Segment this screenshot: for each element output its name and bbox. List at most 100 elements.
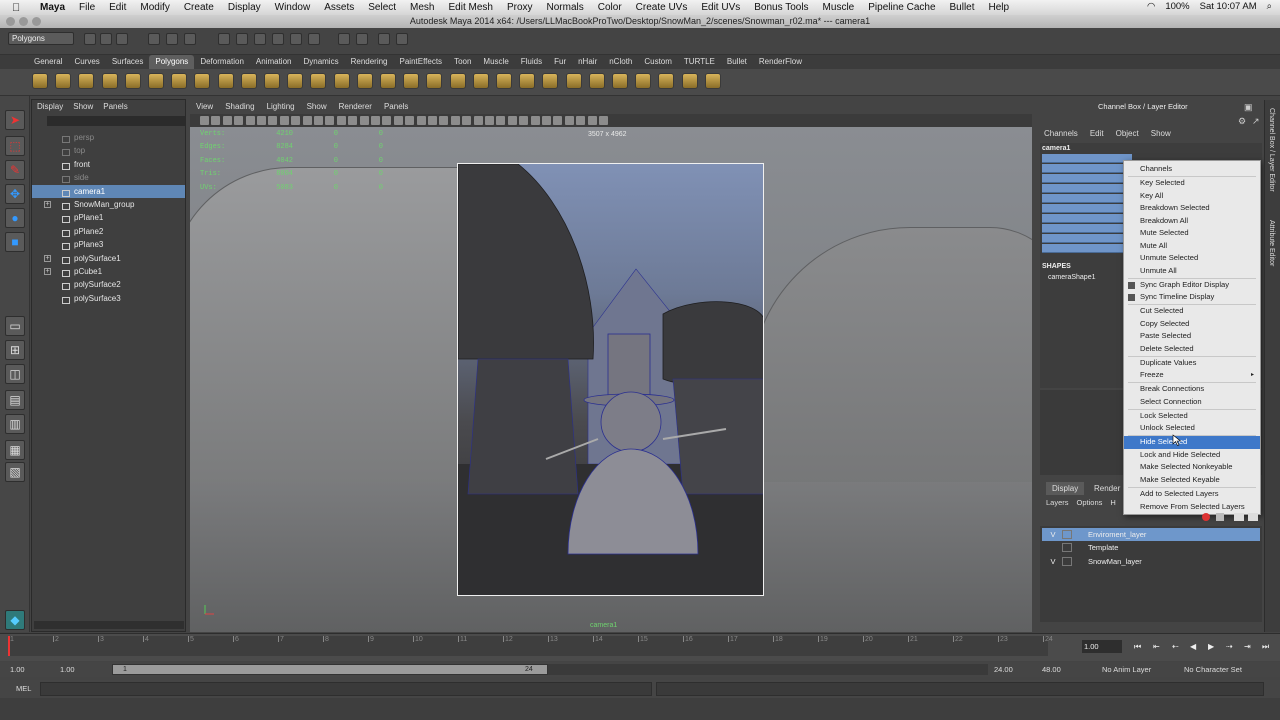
shelf-tab-painteffects[interactable]: PaintEffects	[394, 55, 449, 69]
shelf-tool-icon[interactable]	[449, 73, 466, 89]
shelf-tool-icon[interactable]	[148, 73, 164, 89]
status-line-button-icon[interactable]	[116, 33, 128, 45]
channel-row[interactable]	[1042, 204, 1132, 213]
layout-two-icon[interactable]: ◫	[5, 364, 25, 384]
layer-visibility-toggle[interactable]: V	[1048, 555, 1058, 568]
viewport-tool-icon[interactable]	[450, 116, 460, 125]
channel-row[interactable]	[1042, 154, 1132, 163]
layer-menu-options[interactable]: Options	[1077, 496, 1103, 509]
range-handle-end[interactable]: 24	[525, 665, 533, 674]
viewport-menu-shading[interactable]: Shading	[225, 100, 254, 114]
range-handle-start[interactable]: 1	[123, 665, 127, 674]
tab-channel-box[interactable]: Channel Box / Layer Editor	[1268, 108, 1275, 192]
channel-box-settings-icon[interactable]: ⚙	[1238, 116, 1248, 126]
shelf-tab-deformation[interactable]: Deformation	[194, 55, 250, 69]
step-forward-key-icon[interactable]: ⇥	[1244, 643, 1252, 651]
shelf-tab-dynamics[interactable]: Dynamics	[297, 55, 344, 69]
anim-layer-dropdown[interactable]: No Anim Layer	[1102, 664, 1151, 675]
viewport-tool-icon[interactable]	[222, 116, 232, 125]
outliner-item[interactable]: + pCube1	[32, 265, 185, 278]
outliner-item[interactable]: camera1	[32, 184, 185, 198]
viewport-tool-icon[interactable]	[439, 116, 449, 125]
viewport-tool-icon[interactable]	[371, 116, 380, 125]
expand-icon[interactable]: +	[44, 254, 51, 262]
new-layer-from-selected-icon[interactable]	[1202, 513, 1210, 521]
shelf-tool-icon[interactable]	[472, 73, 489, 89]
move-layer-up-icon[interactable]	[1234, 513, 1244, 521]
layout-four-icon[interactable]: ⊞	[5, 340, 25, 360]
status-line-button-icon[interactable]	[396, 33, 408, 45]
move-tool-icon[interactable]: ✥	[5, 184, 25, 204]
character-set-dropdown[interactable]: No Character Set	[1184, 664, 1242, 675]
lasso-tool-icon[interactable]: ⬚	[5, 136, 25, 156]
shelf-tool-icon[interactable]	[78, 73, 95, 89]
viewport-tool-icon[interactable]	[485, 116, 494, 125]
status-line-button-icon[interactable]	[148, 33, 160, 45]
viewport-tool-icon[interactable]	[599, 116, 608, 125]
menu-color[interactable]: Color	[598, 2, 622, 13]
status-line-button-icon[interactable]	[308, 33, 320, 45]
viewport-tool-icon[interactable]	[234, 116, 244, 125]
apple-icon[interactable]: 	[12, 2, 26, 14]
shelf-tab-muscle[interactable]: Muscle	[477, 55, 514, 69]
menu-item[interactable]: Sync Graph Editor Display	[1124, 279, 1260, 292]
menu-normals[interactable]: Normals	[547, 2, 584, 13]
outliner-item[interactable]: + polySurface1	[32, 252, 185, 265]
time-ruler[interactable]: 1 2 3 4 5 6 7 8 9 10 11 12 13 14 15 16 17 18 19 20 21 22 23 24	[8, 636, 1053, 656]
layout-single-icon[interactable]: ▭	[5, 316, 25, 336]
status-line-button-icon[interactable]	[236, 33, 248, 45]
viewport-tool-icon[interactable]	[302, 116, 312, 125]
menu-item[interactable]: Duplicate Values	[1124, 357, 1260, 370]
outliner-item[interactable]: pPlane1	[32, 211, 185, 224]
status-line-button-icon[interactable]	[84, 33, 96, 45]
app-menu[interactable]: Maya	[40, 2, 65, 13]
layer-type-toggle[interactable]	[1062, 543, 1072, 553]
menu-select[interactable]: Select	[368, 2, 396, 13]
wifi-icon[interactable]: ◠	[1147, 1, 1155, 12]
viewport-tool-icon[interactable]	[257, 116, 266, 125]
play-backwards-icon[interactable]: ◀	[1190, 643, 1198, 651]
shelf-tool-icon[interactable]	[32, 73, 48, 89]
current-time-marker[interactable]	[8, 636, 10, 656]
shelf-tab-fur[interactable]: Fur	[548, 55, 572, 69]
outliner-menu-display[interactable]: Display	[37, 100, 63, 114]
menu-help[interactable]: Help	[989, 2, 1010, 13]
menu-item[interactable]: Unlock Selected	[1124, 422, 1260, 435]
viewport-tool-icon[interactable]	[245, 116, 255, 125]
layer-menu-h[interactable]: H	[1110, 496, 1115, 509]
shelf-tool-icon[interactable]	[403, 73, 420, 89]
viewport-tool-icon[interactable]	[473, 116, 483, 125]
viewport-tool-icon[interactable]	[416, 116, 426, 125]
shelf-tab-polygons[interactable]: Polygons	[149, 55, 195, 69]
layer-type-toggle[interactable]	[1062, 556, 1072, 566]
move-layer-down-icon[interactable]	[1248, 513, 1258, 521]
outliner-search-field[interactable]	[47, 116, 185, 126]
layout-hypershade-icon[interactable]: ▦	[5, 440, 25, 460]
menu-item[interactable]: Delete Selected	[1124, 343, 1260, 356]
viewport-menu-renderer[interactable]: Renderer	[339, 100, 372, 114]
menu-edit[interactable]: Edit	[109, 2, 126, 13]
menu-item[interactable]: Hide Selected	[1124, 436, 1260, 449]
layer-tab-render[interactable]: Render	[1088, 482, 1126, 495]
channel-row[interactable]	[1042, 214, 1132, 223]
menu-bullet[interactable]: Bullet	[950, 2, 975, 13]
channel-row[interactable]	[1042, 164, 1132, 173]
menu-item[interactable]: Unmute All	[1124, 265, 1260, 278]
scale-tool-icon[interactable]: ■	[5, 232, 25, 252]
select-tool-icon[interactable]: ➤	[5, 110, 25, 130]
shelf-tab-bullet[interactable]: Bullet	[721, 55, 753, 69]
viewport-tool-icon[interactable]	[576, 116, 586, 125]
menu-file[interactable]: File	[79, 2, 95, 13]
viewport-tool-icon[interactable]	[587, 116, 597, 125]
spotlight-icon[interactable]: ⌕	[1267, 1, 1272, 12]
viewport-tool-icon[interactable]	[268, 116, 278, 125]
viewport-tool-icon[interactable]	[382, 116, 392, 125]
shelf-tab-fluids[interactable]: Fluids	[515, 55, 548, 69]
status-line-button-icon[interactable]	[272, 33, 284, 45]
layer-menu-layers[interactable]: Layers	[1046, 496, 1069, 509]
viewport-tool-icon[interactable]	[291, 116, 301, 125]
close-window-button[interactable]	[6, 17, 15, 26]
shelf-tool-icon[interactable]	[264, 73, 280, 89]
viewport-tool-icon[interactable]	[507, 116, 517, 125]
viewport-tool-icon[interactable]	[336, 116, 346, 125]
